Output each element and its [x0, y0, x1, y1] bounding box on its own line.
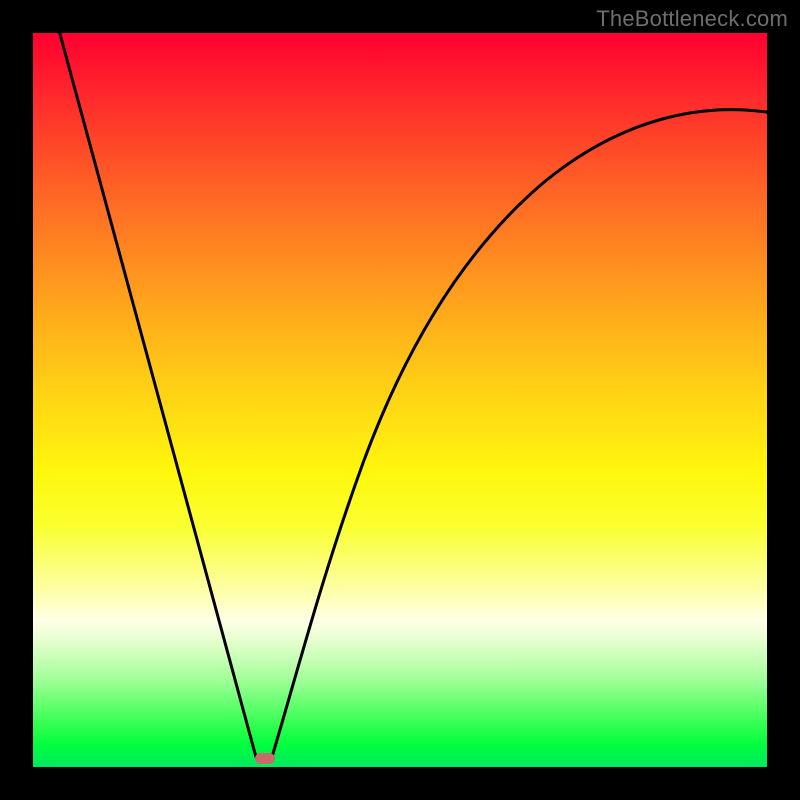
- watermark-text: TheBottleneck.com: [596, 6, 788, 32]
- curve-left-branch: [57, 33, 256, 757]
- plot-area: [33, 33, 767, 767]
- bottleneck-curve: [33, 33, 767, 767]
- curve-right-branch: [272, 110, 767, 757]
- chart-container: TheBottleneck.com: [0, 0, 800, 800]
- optimum-marker: [255, 753, 275, 764]
